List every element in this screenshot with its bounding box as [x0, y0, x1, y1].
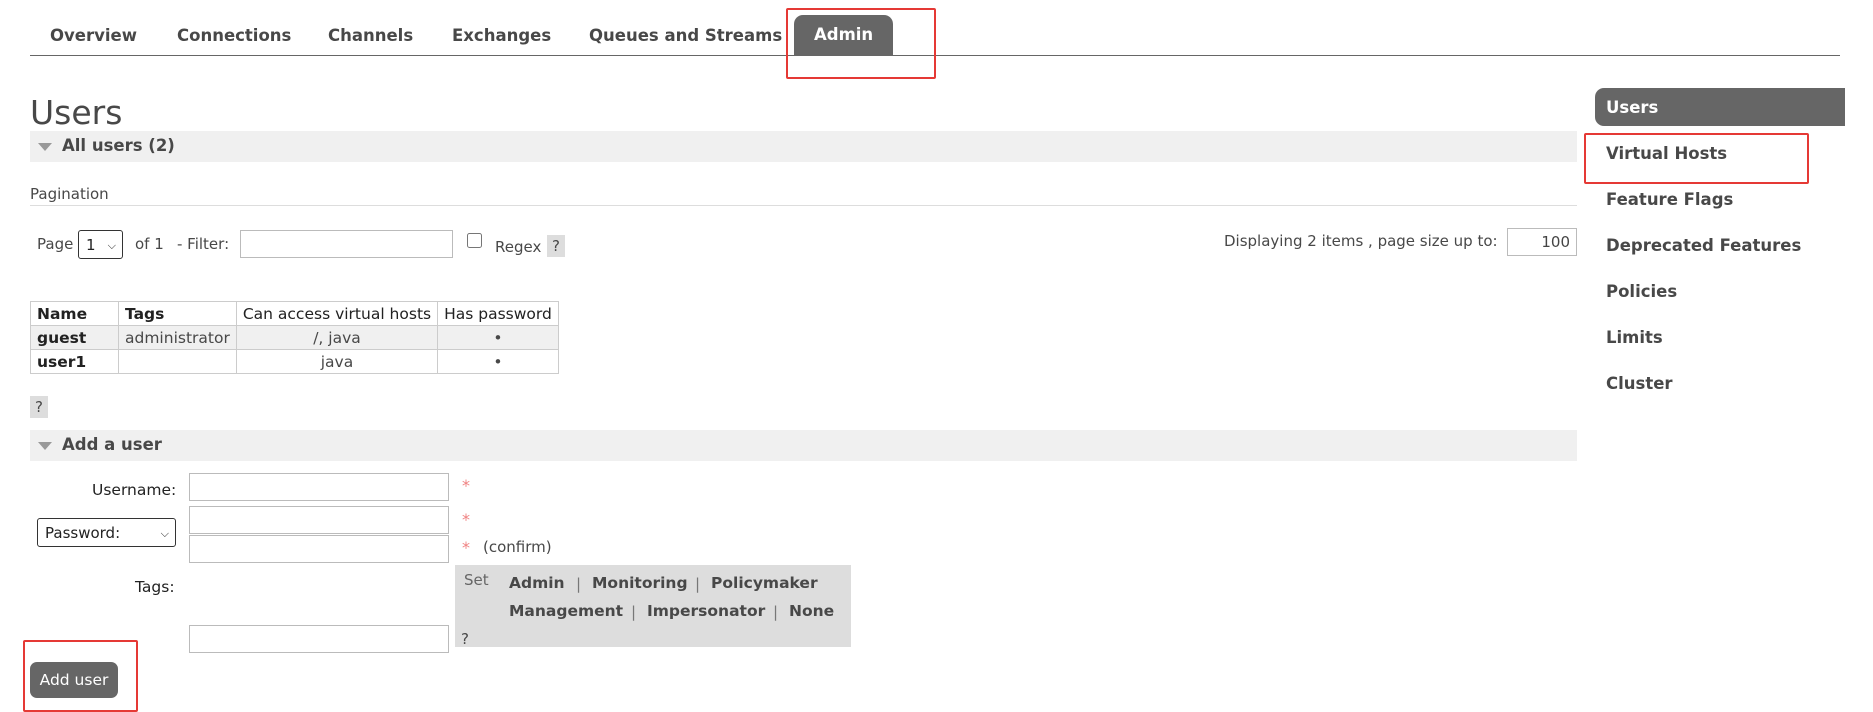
collapse-triangle-icon [38, 442, 52, 450]
pagination-label: Pagination [30, 185, 109, 203]
page-size-input[interactable] [1507, 228, 1577, 256]
column-header-vhosts: Can access virtual hosts [235, 301, 439, 326]
tab-connections[interactable]: Connections [177, 26, 291, 45]
password-type-select[interactable]: Password: ⌵ [37, 518, 176, 547]
password-input[interactable] [189, 506, 449, 534]
tab-admin[interactable]: Admin [794, 15, 894, 55]
pagination-divider [30, 205, 1577, 206]
tab-overview[interactable]: Overview [50, 26, 137, 45]
user-vhosts: java [235, 349, 439, 374]
username-required-mark: * [462, 476, 470, 495]
filter-label: - Filter: [177, 235, 230, 253]
table-help-button[interactable]: ? [30, 396, 48, 418]
tab-queues-and-streams[interactable]: Queues and Streams [589, 26, 782, 45]
password-type-value: Password: [45, 523, 121, 542]
tag-management-link[interactable]: Management [509, 602, 623, 620]
add-user-button[interactable]: Add user [30, 662, 118, 698]
tag-separator: | [576, 575, 582, 593]
table-header-row: Name Tags Can access virtual hosts Has p… [30, 301, 559, 326]
tag-monitoring-link[interactable]: Monitoring [592, 574, 688, 592]
sidebar-item-feature-flags[interactable]: Feature Flags [1606, 190, 1733, 209]
of-pages-label: of 1 [135, 235, 164, 253]
tags-quick-set-panel: Set Admin | Monitoring | Policymaker Man… [455, 565, 851, 647]
all-users-section-header[interactable]: All users (2) [30, 131, 1577, 162]
confirm-required-mark: * [462, 538, 470, 557]
regex-help-button[interactable]: ? [547, 235, 565, 257]
user-name-link[interactable]: user1 [30, 349, 119, 374]
users-table: Name Tags Can access virtual hosts Has p… [30, 301, 559, 374]
tag-impersonator-link[interactable]: Impersonator [647, 602, 765, 620]
tag-separator: | [631, 603, 637, 621]
password-required-mark: * [462, 510, 470, 529]
chevron-down-icon: ⌵ [107, 238, 116, 252]
displaying-label: Displaying 2 items , page size up to: [1224, 232, 1498, 250]
regex-label: Regex [495, 238, 542, 256]
column-header-has-password: Has password [437, 301, 559, 326]
sidebar-item-users[interactable]: Users [1606, 98, 1658, 117]
table-row[interactable]: guest administrator /, java • [30, 325, 559, 350]
username-label: Username: [92, 481, 177, 499]
filter-input[interactable] [240, 230, 453, 258]
sidebar-item-policies[interactable]: Policies [1606, 282, 1677, 301]
all-users-title: All users (2) [62, 136, 175, 155]
tag-separator: | [773, 603, 779, 621]
user-tags [118, 349, 237, 374]
table-row[interactable]: user1 java • [30, 349, 559, 374]
add-user-section-header[interactable]: Add a user [30, 430, 1577, 461]
tag-policymaker-link[interactable]: Policymaker [711, 574, 818, 592]
tags-label: Tags: [135, 578, 175, 596]
page-select-value: 1 [86, 235, 96, 254]
column-header-name: Name [30, 301, 119, 326]
sidebar-item-deprecated-features[interactable]: Deprecated Features [1606, 236, 1801, 255]
sidebar-item-virtual-hosts[interactable]: Virtual Hosts [1606, 144, 1727, 163]
sidebar-item-limits[interactable]: Limits [1606, 328, 1663, 347]
add-user-title: Add a user [62, 435, 162, 454]
tag-none-link[interactable]: None [789, 602, 834, 620]
page-label: Page [37, 235, 74, 253]
tags-input[interactable] [189, 625, 449, 653]
user-vhosts: /, java [235, 325, 439, 350]
page-title: Users [30, 93, 123, 132]
user-name-link[interactable]: guest [30, 325, 119, 350]
user-tags: administrator [118, 325, 237, 350]
set-label: Set [464, 571, 489, 589]
regex-checkbox[interactable] [467, 233, 482, 248]
tag-admin-link[interactable]: Admin [509, 574, 565, 592]
tab-channels[interactable]: Channels [328, 26, 413, 45]
page-select[interactable]: 1 ⌵ [78, 230, 123, 259]
tab-exchanges[interactable]: Exchanges [452, 26, 551, 45]
username-input[interactable] [189, 473, 449, 501]
sidebar-item-cluster[interactable]: Cluster [1606, 374, 1673, 393]
chevron-down-icon: ⌵ [160, 526, 169, 540]
tags-help-button[interactable]: ? [461, 630, 469, 648]
user-has-password: • [437, 349, 559, 374]
password-confirm-input[interactable] [189, 535, 449, 563]
collapse-triangle-icon [38, 143, 52, 151]
user-has-password: • [437, 325, 559, 350]
confirm-label: (confirm) [483, 538, 552, 556]
column-header-tags: Tags [118, 301, 237, 326]
top-nav: Overview Connections Channels Exchanges … [30, 0, 1840, 56]
tag-separator: | [695, 575, 701, 593]
